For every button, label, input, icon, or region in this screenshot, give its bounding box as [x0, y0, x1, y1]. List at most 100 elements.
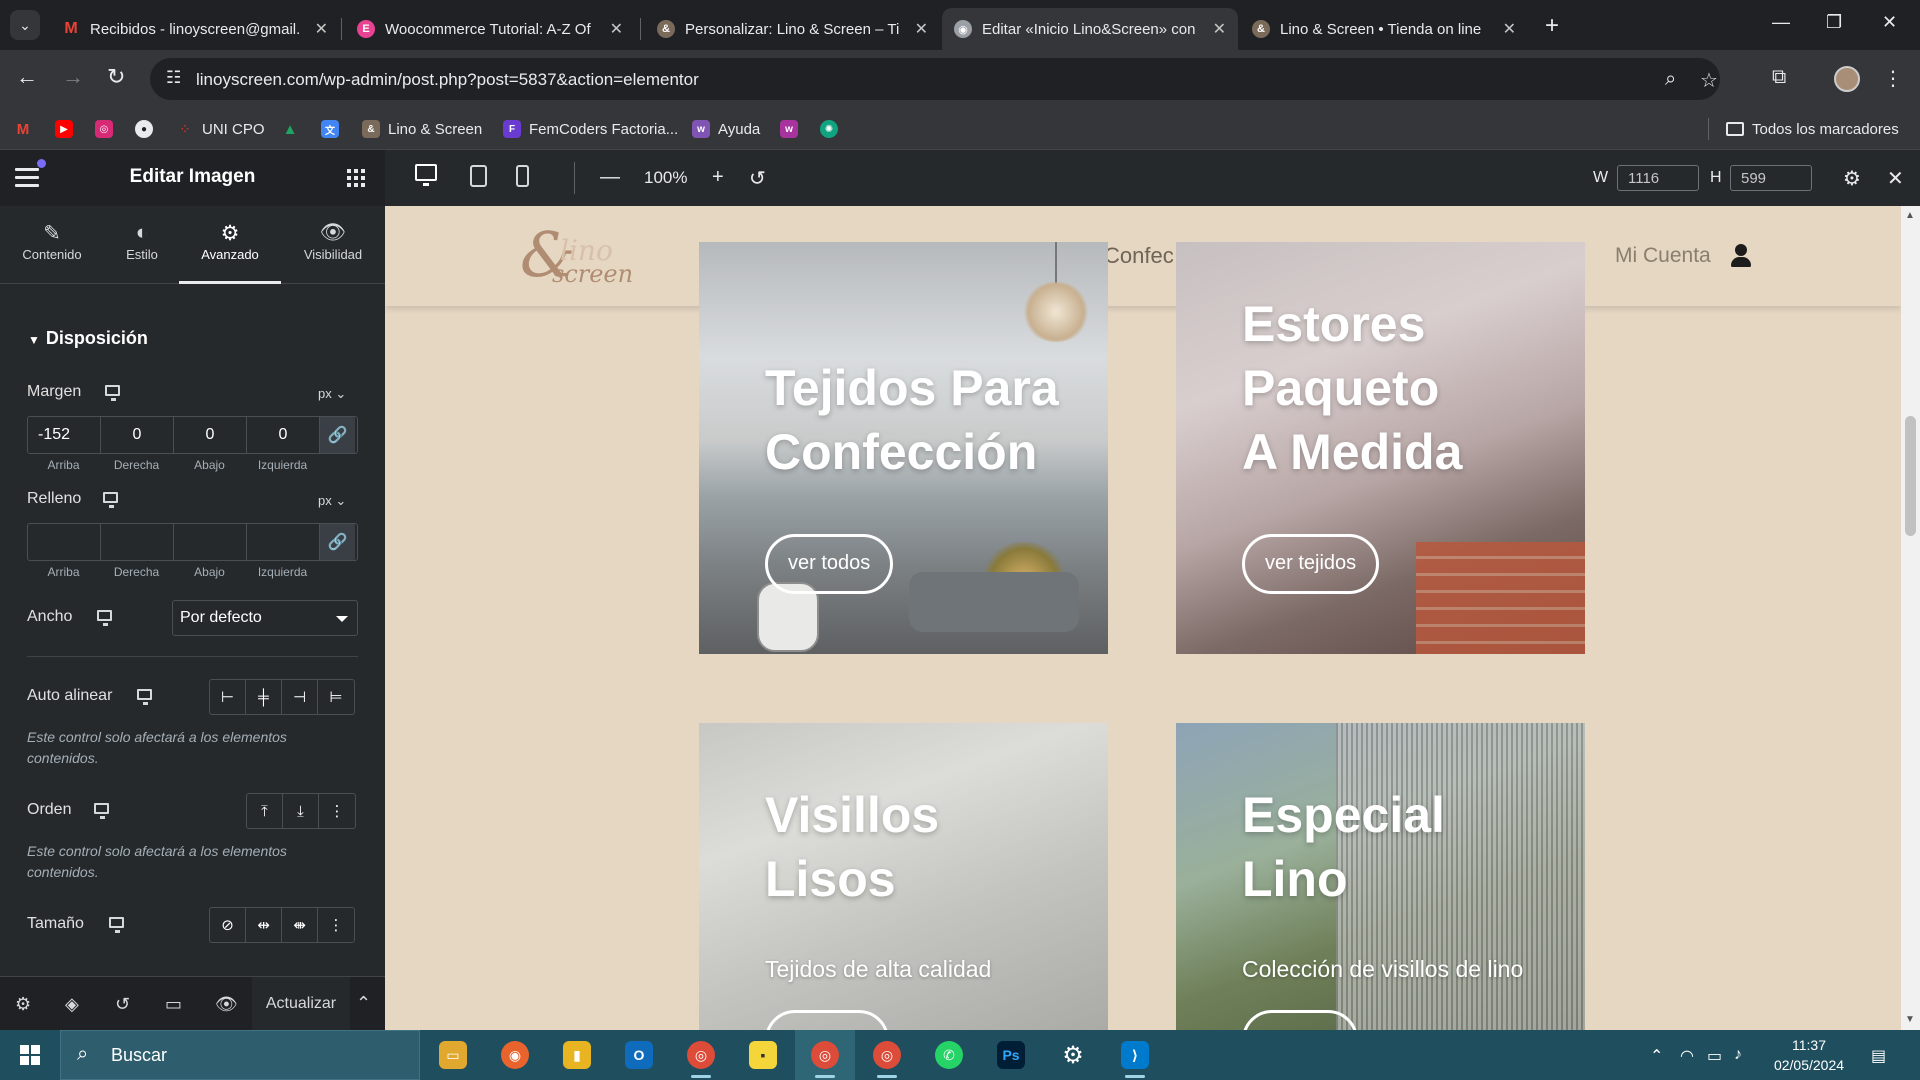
- shrink-icon[interactable]: ⇼: [282, 908, 318, 942]
- relleno-unit[interactable]: px ⌄: [318, 493, 346, 509]
- relleno-right-input[interactable]: [101, 524, 174, 560]
- address-bar[interactable]: ☷ linoyscreen.com/wp-admin/post.php?post…: [150, 58, 1720, 100]
- desktop-icon[interactable]: [103, 492, 118, 508]
- tab-estilo[interactable]: ◐ Estilo: [102, 206, 182, 284]
- taskbar-sticky-notes[interactable]: ▪: [733, 1030, 793, 1080]
- zoom-out-icon[interactable]: —: [600, 166, 620, 189]
- taskbar-explorer[interactable]: ▭: [423, 1030, 483, 1080]
- zoom-icon[interactable]: ⌕: [1665, 68, 1676, 91]
- back-icon[interactable]: ←: [16, 64, 38, 90]
- bookmark-ayuda[interactable]: w Ayuda: [692, 118, 760, 140]
- align-center-icon[interactable]: ╪: [246, 680, 282, 714]
- ver-tejidos-button[interactable]: ver tejidos: [1242, 534, 1380, 594]
- reload-icon[interactable]: ↻: [107, 64, 125, 90]
- minimize-icon[interactable]: —: [1772, 12, 1790, 33]
- account-link[interactable]: Mi Cuenta: [1615, 244, 1711, 268]
- tab-editar-inicio[interactable]: ◉ Editar «Inicio Lino&Screen» con ✕: [942, 8, 1238, 50]
- bookmark-instagram[interactable]: ◎: [95, 118, 113, 140]
- desktop-icon[interactable]: [97, 610, 112, 626]
- desktop-view-icon[interactable]: [415, 164, 437, 186]
- bookmark-star-icon[interactable]: ☆: [1700, 68, 1718, 93]
- mobile-view-icon[interactable]: [516, 165, 529, 187]
- tab-woocommerce-tutorial[interactable]: E Woocommerce Tutorial: A-Z Of ✕: [345, 8, 635, 50]
- grow-icon[interactable]: ⇹: [246, 908, 282, 942]
- bookmark-github[interactable]: ●: [135, 118, 153, 140]
- tab-personalizar[interactable]: & Personalizar: Lino & Screen – Ti ✕: [645, 8, 940, 50]
- taskbar-powerbi[interactable]: ▮: [547, 1030, 607, 1080]
- ancho-select[interactable]: Por defecto: [172, 600, 358, 636]
- tab-search-button[interactable]: ⌄: [10, 10, 40, 40]
- tab-tienda-online[interactable]: & Lino & Screen • Tienda on line ✕: [1240, 8, 1528, 50]
- card-button[interactable]: [1242, 1010, 1358, 1030]
- tab-avanzado[interactable]: ⚙ Avanzado: [179, 206, 281, 284]
- card-visillos-lisos[interactable]: Visillos Lisos Tejidos de alta calidad: [699, 723, 1108, 1030]
- desktop-icon[interactable]: [94, 803, 109, 819]
- taskbar-firefox[interactable]: ◉: [485, 1030, 545, 1080]
- close-icon[interactable]: ✕: [315, 19, 328, 39]
- more-dots-icon[interactable]: ⋮: [319, 794, 355, 828]
- scroll-up-icon[interactable]: ▲: [1905, 210, 1915, 221]
- close-icon[interactable]: ✕: [1213, 19, 1226, 39]
- desktop-icon[interactable]: [109, 917, 124, 933]
- bookmark-uni-cpo[interactable]: ⁘ UNI CPO: [176, 118, 265, 140]
- menu-dots-icon[interactable]: ⋮: [1883, 66, 1903, 91]
- chevron-up-icon[interactable]: ⌃: [356, 993, 371, 1014]
- site-logo[interactable]: & lino screen: [520, 218, 633, 291]
- layers-icon[interactable]: ◈: [65, 994, 79, 1015]
- widgets-grid-icon[interactable]: [347, 169, 365, 187]
- ver-todos-button[interactable]: ver todos: [765, 534, 894, 594]
- link-icon[interactable]: 🔗: [320, 417, 355, 453]
- zoom-in-icon[interactable]: +: [712, 166, 724, 189]
- margen-top-input[interactable]: -152: [28, 417, 101, 453]
- card-tejidos-confeccion[interactable]: Tejidos Para Confección ver todos: [699, 242, 1108, 654]
- gear-icon[interactable]: ⚙: [1843, 166, 1861, 191]
- window-close-icon[interactable]: ✕: [1882, 12, 1897, 33]
- link-icon[interactable]: 🔗: [320, 524, 355, 560]
- taskbar-chrome-2[interactable]: ◎: [795, 1030, 855, 1080]
- bookmark-femcoders[interactable]: F FemCoders Factoria...: [503, 118, 678, 140]
- desktop-icon[interactable]: [137, 689, 152, 705]
- taskbar-settings[interactable]: ⚙: [1043, 1030, 1103, 1080]
- history-icon[interactable]: ↺: [115, 994, 130, 1015]
- tray-chevron-up-icon[interactable]: ⌃: [1650, 1046, 1663, 1066]
- order-last-icon[interactable]: ⤓: [283, 794, 319, 828]
- align-stretch-icon[interactable]: ⊨: [318, 680, 354, 714]
- more-dots-icon[interactable]: ⋮: [318, 908, 354, 942]
- card-especial-lino[interactable]: Especial Lino Colección de visillos de l…: [1176, 723, 1585, 1030]
- volume-icon[interactable]: ♪: [1734, 1046, 1742, 1064]
- close-preview-icon[interactable]: ✕: [1887, 166, 1904, 191]
- nav-item-confeccion[interactable]: Confec: [1104, 243, 1174, 269]
- close-icon[interactable]: ✕: [1503, 19, 1516, 39]
- margen-right-input[interactable]: 0: [101, 417, 174, 453]
- taskbar-chrome-3[interactable]: ◎: [857, 1030, 917, 1080]
- relleno-top-input[interactable]: [28, 524, 101, 560]
- extensions-icon[interactable]: ⧉: [1772, 66, 1786, 89]
- update-button[interactable]: Actualizar: [252, 977, 350, 1031]
- bookmark-drive[interactable]: ▲: [281, 118, 299, 140]
- new-tab-button[interactable]: +: [1545, 12, 1559, 40]
- notifications-icon[interactable]: ▤: [1871, 1046, 1886, 1066]
- all-bookmarks[interactable]: Todos los marcadores: [1726, 118, 1899, 140]
- desktop-icon[interactable]: [105, 385, 120, 401]
- no-size-icon[interactable]: ⊘: [210, 908, 246, 942]
- clock[interactable]: 11:37 02/05/2024: [1764, 1035, 1854, 1075]
- bookmark-woo[interactable]: w: [780, 118, 798, 140]
- section-disposicion[interactable]: ▼ Disposición: [28, 328, 148, 349]
- order-first-icon[interactable]: ⤒: [247, 794, 283, 828]
- tab-contenido[interactable]: ✎ Contenido: [12, 206, 92, 284]
- windows-start-icon[interactable]: [20, 1045, 40, 1065]
- tab-gmail[interactable]: M Recibidos - linoyscreen@gmail. ✕: [50, 8, 340, 50]
- close-icon[interactable]: ✕: [915, 19, 928, 39]
- relleno-bottom-input[interactable]: [174, 524, 247, 560]
- align-start-icon[interactable]: ⊢: [210, 680, 246, 714]
- scrollbar-thumb[interactable]: [1905, 416, 1916, 536]
- url-text[interactable]: linoyscreen.com/wp-admin/post.php?post=5…: [196, 70, 699, 90]
- tab-visibilidad[interactable]: 👁 Visibilidad: [290, 206, 376, 284]
- taskbar-outlook[interactable]: O: [609, 1030, 669, 1080]
- responsive-icon[interactable]: ▭: [165, 994, 182, 1015]
- bookmark-chatgpt[interactable]: ✺: [820, 118, 838, 140]
- taskbar-photoshop[interactable]: Ps: [981, 1030, 1041, 1080]
- bookmark-translate[interactable]: 文: [321, 118, 339, 140]
- close-icon[interactable]: ✕: [610, 19, 623, 39]
- bookmark-youtube[interactable]: ▶: [55, 118, 73, 140]
